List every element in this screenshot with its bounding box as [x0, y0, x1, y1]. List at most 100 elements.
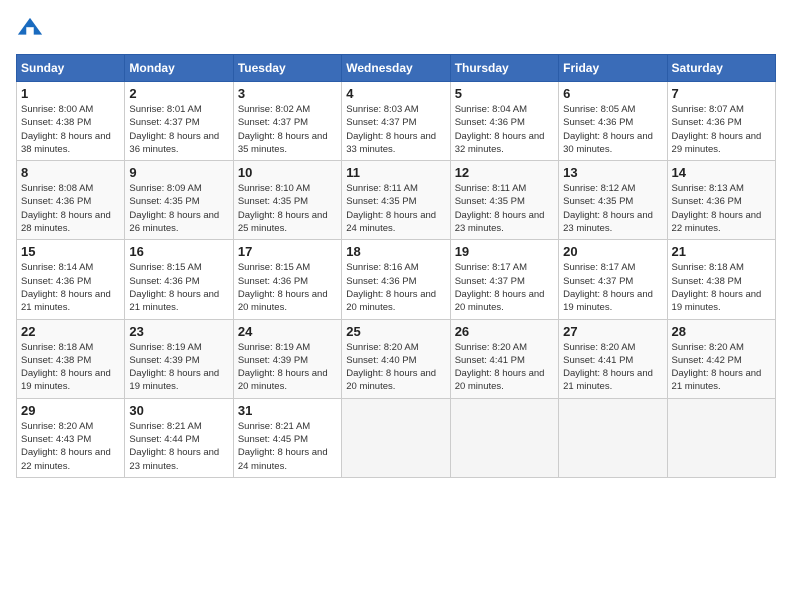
calendar-cell: 8Sunrise: 8:08 AMSunset: 4:36 PMDaylight…	[17, 161, 125, 240]
calendar-cell: 23 Sunrise: 8:19 AMSunset: 4:39 PMDayligh…	[125, 319, 233, 398]
header-row: SundayMondayTuesdayWednesdayThursdayFrid…	[17, 55, 776, 82]
week-row-5: 29 Sunrise: 8:20 AMSunset: 4:43 PMDayligh…	[17, 398, 776, 477]
calendar-cell: 27Sunrise: 8:20 AMSunset: 4:41 PMDayligh…	[559, 319, 667, 398]
day-info: Sunrise: 8:08 AMSunset: 4:36 PMDaylight:…	[21, 183, 111, 234]
day-number: 9	[129, 165, 228, 180]
day-number: 22	[21, 324, 120, 339]
day-number: 11	[346, 165, 445, 180]
day-info: Sunrise: 8:00 AMSunset: 4:38 PMDaylight:…	[21, 104, 111, 155]
calendar-cell: 31 Sunrise: 8:21 AMSunset: 4:45 PMDayligh…	[233, 398, 341, 477]
calendar-cell	[559, 398, 667, 477]
day-info: Sunrise: 8:11 AMSunset: 4:35 PMDaylight:…	[346, 183, 436, 234]
day-info: Sunrise: 8:20 AMSunset: 4:40 PMDaylight:…	[346, 342, 436, 393]
calendar-cell: 16Sunrise: 8:15 AMSunset: 4:36 PMDayligh…	[125, 240, 233, 319]
header-cell-friday: Friday	[559, 55, 667, 82]
calendar-cell: 12Sunrise: 8:11 AMSunset: 4:35 PMDayligh…	[450, 161, 558, 240]
header-cell-saturday: Saturday	[667, 55, 775, 82]
logo-icon	[16, 16, 44, 44]
day-number: 30	[129, 403, 228, 418]
logo	[16, 16, 48, 44]
calendar-cell: 2 Sunrise: 8:01 AMSunset: 4:37 PMDaylight…	[125, 82, 233, 161]
day-info: Sunrise: 8:12 AMSunset: 4:35 PMDaylight:…	[563, 183, 653, 234]
calendar-cell: 20 Sunrise: 8:17 AMSunset: 4:37 PMDayligh…	[559, 240, 667, 319]
day-info: Sunrise: 8:01 AMSunset: 4:37 PMDaylight:…	[129, 104, 219, 155]
calendar-cell: 15 Sunrise: 8:14 AMSunset: 4:36 PMDayligh…	[17, 240, 125, 319]
day-info: Sunrise: 8:21 AMSunset: 4:44 PMDaylight:…	[129, 421, 219, 472]
calendar-cell: 13 Sunrise: 8:12 AMSunset: 4:35 PMDayligh…	[559, 161, 667, 240]
day-info: Sunrise: 8:09 AMSunset: 4:35 PMDaylight:…	[129, 183, 219, 234]
day-number: 13	[563, 165, 662, 180]
day-info: Sunrise: 8:17 AMSunset: 4:37 PMDaylight:…	[563, 262, 653, 313]
calendar-cell: 30 Sunrise: 8:21 AMSunset: 4:44 PMDayligh…	[125, 398, 233, 477]
day-number: 2	[129, 86, 228, 101]
day-info: Sunrise: 8:11 AMSunset: 4:35 PMDaylight:…	[455, 183, 545, 234]
calendar-cell: 22 Sunrise: 8:18 AMSunset: 4:38 PMDayligh…	[17, 319, 125, 398]
day-number: 18	[346, 244, 445, 259]
day-info: Sunrise: 8:19 AMSunset: 4:39 PMDaylight:…	[238, 342, 328, 393]
calendar-header: SundayMondayTuesdayWednesdayThursdayFrid…	[17, 55, 776, 82]
day-info: Sunrise: 8:14 AMSunset: 4:36 PMDaylight:…	[21, 262, 111, 313]
day-info: Sunrise: 8:17 AMSunset: 4:37 PMDaylight:…	[455, 262, 545, 313]
day-number: 21	[672, 244, 771, 259]
day-info: Sunrise: 8:13 AMSunset: 4:36 PMDaylight:…	[672, 183, 762, 234]
calendar-cell: 3 Sunrise: 8:02 AMSunset: 4:37 PMDaylight…	[233, 82, 341, 161]
day-number: 27	[563, 324, 662, 339]
calendar-cell: 7 Sunrise: 8:07 AMSunset: 4:36 PMDaylight…	[667, 82, 775, 161]
day-number: 14	[672, 165, 771, 180]
week-row-3: 15 Sunrise: 8:14 AMSunset: 4:36 PMDayligh…	[17, 240, 776, 319]
day-info: Sunrise: 8:20 AMSunset: 4:41 PMDaylight:…	[455, 342, 545, 393]
calendar-cell	[450, 398, 558, 477]
calendar-cell: 28Sunrise: 8:20 AMSunset: 4:42 PMDayligh…	[667, 319, 775, 398]
day-number: 3	[238, 86, 337, 101]
day-number: 28	[672, 324, 771, 339]
day-number: 1	[21, 86, 120, 101]
header-cell-monday: Monday	[125, 55, 233, 82]
day-number: 10	[238, 165, 337, 180]
day-number: 19	[455, 244, 554, 259]
calendar-cell: 19 Sunrise: 8:17 AMSunset: 4:37 PMDayligh…	[450, 240, 558, 319]
day-info: Sunrise: 8:16 AMSunset: 4:36 PMDaylight:…	[346, 262, 436, 313]
calendar-cell: 24 Sunrise: 8:19 AMSunset: 4:39 PMDayligh…	[233, 319, 341, 398]
calendar-cell: 10 Sunrise: 8:10 AMSunset: 4:35 PMDayligh…	[233, 161, 341, 240]
calendar-cell: 25 Sunrise: 8:20 AMSunset: 4:40 PMDayligh…	[342, 319, 450, 398]
day-number: 31	[238, 403, 337, 418]
calendar-cell: 26 Sunrise: 8:20 AMSunset: 4:41 PMDayligh…	[450, 319, 558, 398]
day-info: Sunrise: 8:02 AMSunset: 4:37 PMDaylight:…	[238, 104, 328, 155]
day-info: Sunrise: 8:05 AMSunset: 4:36 PMDaylight:…	[563, 104, 653, 155]
day-info: Sunrise: 8:18 AMSunset: 4:38 PMDaylight:…	[672, 262, 762, 313]
week-row-1: 1 Sunrise: 8:00 AMSunset: 4:38 PMDaylight…	[17, 82, 776, 161]
day-number: 23	[129, 324, 228, 339]
day-info: Sunrise: 8:15 AMSunset: 4:36 PMDaylight:…	[129, 262, 219, 313]
day-number: 26	[455, 324, 554, 339]
header-cell-wednesday: Wednesday	[342, 55, 450, 82]
day-info: Sunrise: 8:07 AMSunset: 4:36 PMDaylight:…	[672, 104, 762, 155]
day-info: Sunrise: 8:21 AMSunset: 4:45 PMDaylight:…	[238, 421, 328, 472]
day-number: 17	[238, 244, 337, 259]
day-info: Sunrise: 8:10 AMSunset: 4:35 PMDaylight:…	[238, 183, 328, 234]
day-number: 25	[346, 324, 445, 339]
calendar-table: SundayMondayTuesdayWednesdayThursdayFrid…	[16, 54, 776, 478]
calendar-cell: 18 Sunrise: 8:16 AMSunset: 4:36 PMDayligh…	[342, 240, 450, 319]
day-number: 20	[563, 244, 662, 259]
day-number: 4	[346, 86, 445, 101]
calendar-cell: 29 Sunrise: 8:20 AMSunset: 4:43 PMDayligh…	[17, 398, 125, 477]
calendar-cell	[667, 398, 775, 477]
day-info: Sunrise: 8:18 AMSunset: 4:38 PMDaylight:…	[21, 342, 111, 393]
day-number: 29	[21, 403, 120, 418]
calendar-cell	[342, 398, 450, 477]
day-info: Sunrise: 8:03 AMSunset: 4:37 PMDaylight:…	[346, 104, 436, 155]
calendar-cell: 21 Sunrise: 8:18 AMSunset: 4:38 PMDayligh…	[667, 240, 775, 319]
day-info: Sunrise: 8:19 AMSunset: 4:39 PMDaylight:…	[129, 342, 219, 393]
page-header	[16, 16, 776, 44]
day-number: 7	[672, 86, 771, 101]
day-number: 24	[238, 324, 337, 339]
calendar-cell: 9 Sunrise: 8:09 AMSunset: 4:35 PMDaylight…	[125, 161, 233, 240]
header-cell-tuesday: Tuesday	[233, 55, 341, 82]
calendar-cell: 1 Sunrise: 8:00 AMSunset: 4:38 PMDaylight…	[17, 82, 125, 161]
header-cell-thursday: Thursday	[450, 55, 558, 82]
day-number: 5	[455, 86, 554, 101]
day-info: Sunrise: 8:20 AMSunset: 4:43 PMDaylight:…	[21, 421, 111, 472]
calendar-body: 1 Sunrise: 8:00 AMSunset: 4:38 PMDaylight…	[17, 82, 776, 478]
day-number: 15	[21, 244, 120, 259]
day-info: Sunrise: 8:04 AMSunset: 4:36 PMDaylight:…	[455, 104, 545, 155]
